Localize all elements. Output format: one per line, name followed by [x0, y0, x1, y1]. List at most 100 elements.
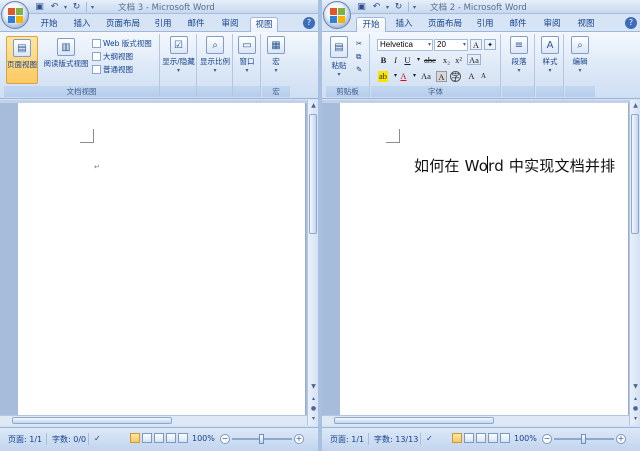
previous-page-icon[interactable]: ▴	[631, 394, 640, 403]
page-count[interactable]: 页面: 1/1	[330, 434, 364, 445]
zoom-slider-thumb[interactable]	[581, 434, 586, 444]
grow-font-icon[interactable]: A	[470, 39, 482, 50]
zoom-out-icon[interactable]: −	[542, 434, 552, 444]
help-icon[interactable]: ?	[303, 17, 315, 29]
print-layout-button[interactable]: ▤ 页面视图	[6, 36, 38, 84]
undo-dropdown-icon[interactable]: ▾	[64, 4, 67, 11]
redo-icon[interactable]: ↻	[393, 2, 404, 13]
tab-home[interactable]: 开始	[356, 17, 386, 33]
character-shading-icon[interactable]: A	[436, 71, 447, 82]
scroll-up-icon[interactable]: ▲	[631, 101, 640, 110]
tab-view[interactable]: 视图	[250, 17, 278, 33]
tab-page-layout[interactable]: 页面布局	[101, 17, 145, 32]
document-text[interactable]: 如何在 Word 中实现文档并排	[414, 155, 615, 176]
tab-home[interactable]: 开始	[34, 17, 64, 32]
macros-button[interactable]: ▦ 宏 ▾	[264, 36, 288, 74]
scroll-thumb[interactable]	[309, 114, 317, 234]
underline-icon[interactable]: U	[402, 55, 413, 66]
font-color-icon[interactable]: A	[398, 71, 409, 82]
reading-view-icon[interactable]	[142, 433, 152, 443]
scroll-down-icon[interactable]: ▼	[309, 382, 318, 391]
outline-button[interactable]: 大纲视图	[92, 51, 133, 62]
cut-button[interactable]: ✂	[356, 38, 362, 49]
copy-button[interactable]: ⧉	[356, 51, 361, 62]
shrink-font-icon[interactable]: A	[478, 71, 489, 82]
change-case-button-icon[interactable]: Aa	[418, 71, 434, 82]
horizontal-scroll-thumb[interactable]	[334, 417, 494, 424]
document-page[interactable]: 如何在 Word 中实现文档并排	[340, 103, 629, 425]
save-icon[interactable]: ▣	[34, 2, 45, 13]
save-icon[interactable]: ▣	[356, 2, 367, 13]
window-button[interactable]: ▭ 窗口 ▾	[235, 36, 259, 74]
undo-icon[interactable]: ↶	[49, 2, 60, 13]
bold-icon[interactable]: B	[378, 55, 389, 66]
scroll-down-icon[interactable]: ▼	[631, 382, 640, 391]
clear-format-icon[interactable]: ✦	[484, 39, 496, 50]
tab-view[interactable]: 视图	[572, 17, 600, 32]
vertical-scrollbar[interactable]: ▲ ▼ ▴ ● ▾	[629, 100, 640, 425]
tab-review[interactable]: 审阅	[538, 17, 566, 32]
draft-button[interactable]: 普通视图	[92, 64, 133, 75]
scroll-up-icon[interactable]: ▲	[309, 101, 318, 110]
redo-icon[interactable]: ↻	[71, 2, 82, 13]
next-page-icon[interactable]: ▾	[631, 414, 640, 423]
font-dropdown-icon[interactable]: ▾	[428, 40, 431, 50]
zoom-level[interactable]: 100%	[192, 434, 215, 443]
web-view-icon[interactable]	[476, 433, 486, 443]
size-dropdown-icon[interactable]: ▾	[463, 40, 466, 50]
draft-view-icon[interactable]	[500, 433, 510, 443]
tab-mailings[interactable]: 邮件	[182, 17, 210, 32]
undo-dropdown-icon[interactable]: ▾	[386, 4, 389, 11]
highlight-icon[interactable]: ab	[378, 71, 388, 82]
select-browse-object-icon[interactable]: ●	[309, 404, 318, 413]
superscript-icon[interactable]: x²	[453, 55, 464, 66]
grow-font-button-icon[interactable]: A	[466, 71, 477, 82]
zoom-out-icon[interactable]: −	[220, 434, 230, 444]
paste-button[interactable]: ▤ 粘贴 ▾	[327, 36, 351, 78]
font-size-box[interactable]: 20 ▾	[434, 39, 468, 51]
subscript-icon[interactable]: x₂	[441, 55, 452, 66]
outline-view-icon[interactable]	[488, 433, 498, 443]
proofing-icon[interactable]: ✓	[94, 434, 101, 443]
styles-button[interactable]: A 样式 ▾	[538, 36, 562, 74]
strikethrough-icon[interactable]: abc	[423, 55, 437, 66]
font-name-box[interactable]: Helvetica ▾	[377, 39, 433, 51]
zoom-in-icon[interactable]: +	[616, 434, 626, 444]
format-painter-button[interactable]: ✎	[356, 64, 362, 75]
editing-button[interactable]: ⌕ 编辑 ▾	[568, 36, 592, 74]
customize-qat-icon[interactable]: ▾	[91, 4, 94, 11]
tab-page-layout[interactable]: 页面布局	[423, 17, 467, 32]
zoom-in-icon[interactable]: +	[294, 434, 304, 444]
proofing-icon[interactable]: ✓	[426, 434, 433, 443]
draft-view-icon[interactable]	[178, 433, 188, 443]
undo-icon[interactable]: ↶	[371, 2, 382, 13]
horizontal-scrollbar[interactable]	[322, 415, 629, 425]
reading-view-icon[interactable]	[464, 433, 474, 443]
word-count[interactable]: 字数: 0/0	[52, 434, 86, 445]
zoom-button[interactable]: ⌕ 显示比例 ▾	[198, 36, 232, 74]
scroll-thumb[interactable]	[631, 114, 639, 234]
horizontal-scrollbar[interactable]	[0, 415, 307, 425]
next-page-icon[interactable]: ▾	[309, 414, 318, 423]
show-hide-button[interactable]: ☑ 显示/隐藏 ▾	[161, 36, 196, 74]
word-count[interactable]: 字数: 13/13	[374, 434, 418, 445]
change-case-icon[interactable]: Aa	[467, 54, 481, 65]
help-icon[interactable]: ?	[625, 17, 637, 29]
print-layout-view-icon[interactable]	[452, 433, 462, 443]
customize-qat-icon[interactable]: ▾	[413, 4, 416, 11]
web-layout-button[interactable]: Web 版式视图	[92, 38, 152, 49]
tab-references[interactable]: 引用	[150, 17, 176, 32]
web-view-icon[interactable]	[154, 433, 164, 443]
tab-insert[interactable]: 插入	[68, 17, 96, 32]
select-browse-object-icon[interactable]: ●	[631, 404, 640, 413]
italic-icon[interactable]: I	[390, 55, 401, 66]
document-page[interactable]: ↵	[18, 103, 306, 425]
vertical-scrollbar[interactable]: ▲ ▼ ▴ ● ▾	[307, 100, 318, 425]
full-reading-button[interactable]: ▥ 阅读版式视图	[42, 36, 90, 69]
enclose-characters-icon[interactable]: 字	[450, 71, 461, 82]
zoom-slider-thumb[interactable]	[259, 434, 264, 444]
page-count[interactable]: 页面: 1/1	[8, 434, 42, 445]
tab-review[interactable]: 审阅	[216, 17, 244, 32]
tab-insert[interactable]: 插入	[390, 17, 418, 32]
outline-view-icon[interactable]	[166, 433, 176, 443]
